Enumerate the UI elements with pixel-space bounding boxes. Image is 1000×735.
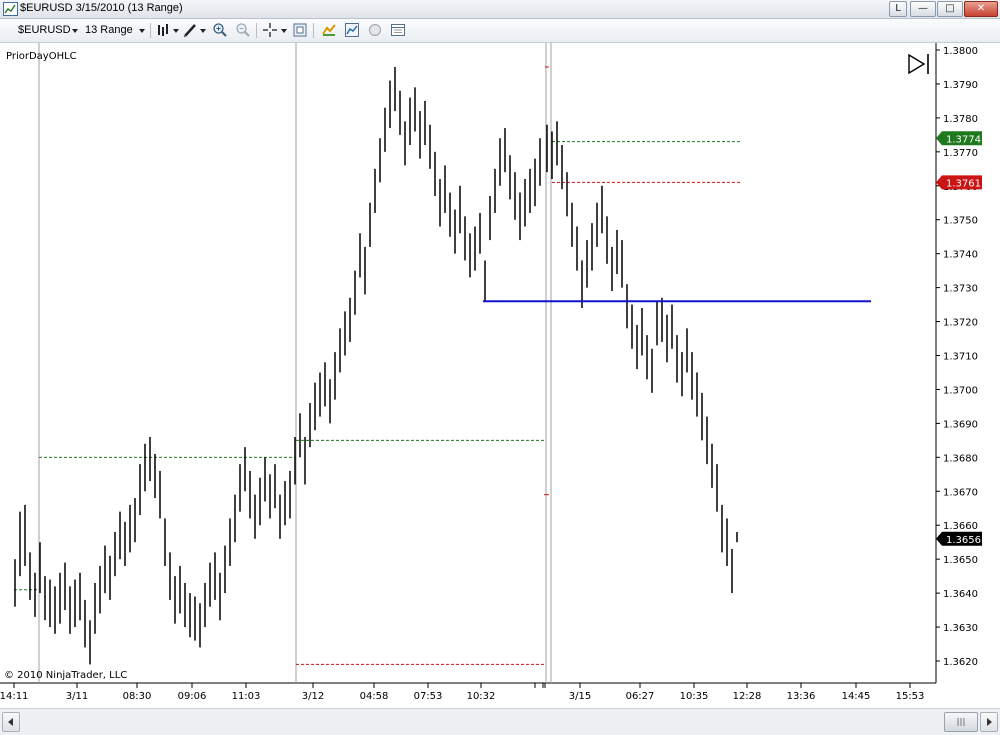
time-label: 15:53	[896, 691, 925, 702]
crosshair-icon[interactable]	[262, 22, 278, 38]
price-label: 1.3770	[943, 148, 978, 159]
time-label: 3/11	[66, 691, 88, 702]
interval-dropdown-icon[interactable]	[139, 29, 145, 33]
price-label: 1.3690	[943, 419, 978, 430]
time-label: 14:11	[0, 691, 28, 702]
price-label: 1.3700	[943, 385, 978, 396]
price-label: 1.3620	[943, 657, 978, 668]
zoom-out-icon[interactable]	[235, 22, 251, 38]
toolbar-separator	[256, 23, 257, 38]
price-label: 1.3750	[943, 216, 978, 227]
indicator-label: PriorDayOHLC	[6, 51, 77, 62]
time-label: 10:35	[680, 691, 709, 702]
price-label: 1.3670	[943, 487, 978, 498]
draw-pen-icon[interactable]	[182, 22, 198, 38]
price-marker-label: 1.3774	[946, 134, 981, 145]
maximize-button[interactable]: □	[937, 1, 963, 17]
data-box-icon[interactable]	[292, 22, 308, 38]
time-label: 13:36	[787, 691, 816, 702]
chart-window-icon	[3, 2, 18, 16]
link-button[interactable]: L	[889, 1, 907, 17]
instrument-selector[interactable]: $EURUSD	[18, 24, 71, 36]
window-title: $EURUSD 3/15/2010 (13 Range)	[20, 2, 183, 14]
price-label: 1.3730	[943, 284, 978, 295]
chart-toolbar: $EURUSD 13 Range	[0, 19, 1000, 43]
time-label: 06:27	[626, 691, 655, 702]
window-title-bar: $EURUSD 3/15/2010 (13 Range) L — □ ✕	[0, 0, 1000, 19]
time-label: 09:06	[178, 691, 207, 702]
time-label: 04:58	[360, 691, 389, 702]
scrollbar-thumb[interactable]	[944, 712, 978, 732]
minimize-button[interactable]: —	[910, 1, 936, 17]
time-label: 11:03	[232, 691, 261, 702]
price-label: 1.3630	[943, 623, 978, 634]
scrollbar-track[interactable]	[22, 715, 940, 727]
bar-type-dropdown-icon[interactable]	[173, 29, 179, 33]
indicators-icon[interactable]	[344, 22, 360, 38]
chart-panel[interactable]: 1.38001.37901.37801.37701.37601.37501.37…	[0, 43, 1000, 708]
price-label: 1.3660	[943, 521, 978, 532]
price-label: 1.3640	[943, 589, 978, 600]
copyright-text: © 2010 NinjaTrader, LLC	[4, 670, 127, 681]
toolbar-separator	[150, 23, 151, 38]
toolbar-separator	[313, 23, 314, 38]
zoom-in-icon[interactable]	[212, 22, 228, 38]
price-label: 1.3790	[943, 80, 978, 91]
interval-selector[interactable]: 13 Range	[85, 24, 133, 36]
scroll-right-button[interactable]	[980, 712, 998, 732]
price-label: 1.3720	[943, 318, 978, 329]
price-label: 1.3680	[943, 453, 978, 464]
chart-trader-icon[interactable]	[390, 22, 406, 38]
crosshair-dropdown-icon[interactable]	[281, 29, 287, 33]
scroll-left-button[interactable]	[2, 712, 20, 732]
price-label: 1.3710	[943, 352, 978, 363]
properties-icon[interactable]	[367, 22, 383, 38]
strategies-icon[interactable]	[321, 22, 337, 38]
time-label: 12:28	[733, 691, 762, 702]
close-button[interactable]: ✕	[964, 1, 998, 17]
horizontal-scrollbar[interactable]	[0, 708, 1000, 735]
bar-type-icon[interactable]	[156, 22, 172, 38]
time-label: 3/15	[569, 691, 591, 702]
price-marker-label: 1.3656	[946, 535, 981, 546]
price-marker-label: 1.3761	[946, 178, 981, 189]
price-label: 1.3780	[943, 114, 978, 125]
instrument-dropdown-icon[interactable]	[72, 29, 78, 33]
draw-dropdown-icon[interactable]	[200, 29, 206, 33]
time-label: 10:32	[467, 691, 496, 702]
price-label: 1.3800	[943, 46, 978, 57]
time-label: 14:45	[842, 691, 871, 702]
price-chart[interactable]: 1.38001.37901.37801.37701.37601.37501.37…	[0, 43, 1000, 708]
price-label: 1.3650	[943, 555, 978, 566]
time-label: 08:30	[123, 691, 152, 702]
price-label: 1.3740	[943, 250, 978, 261]
time-label: 3/12	[302, 691, 324, 702]
time-label: 07:53	[414, 691, 443, 702]
